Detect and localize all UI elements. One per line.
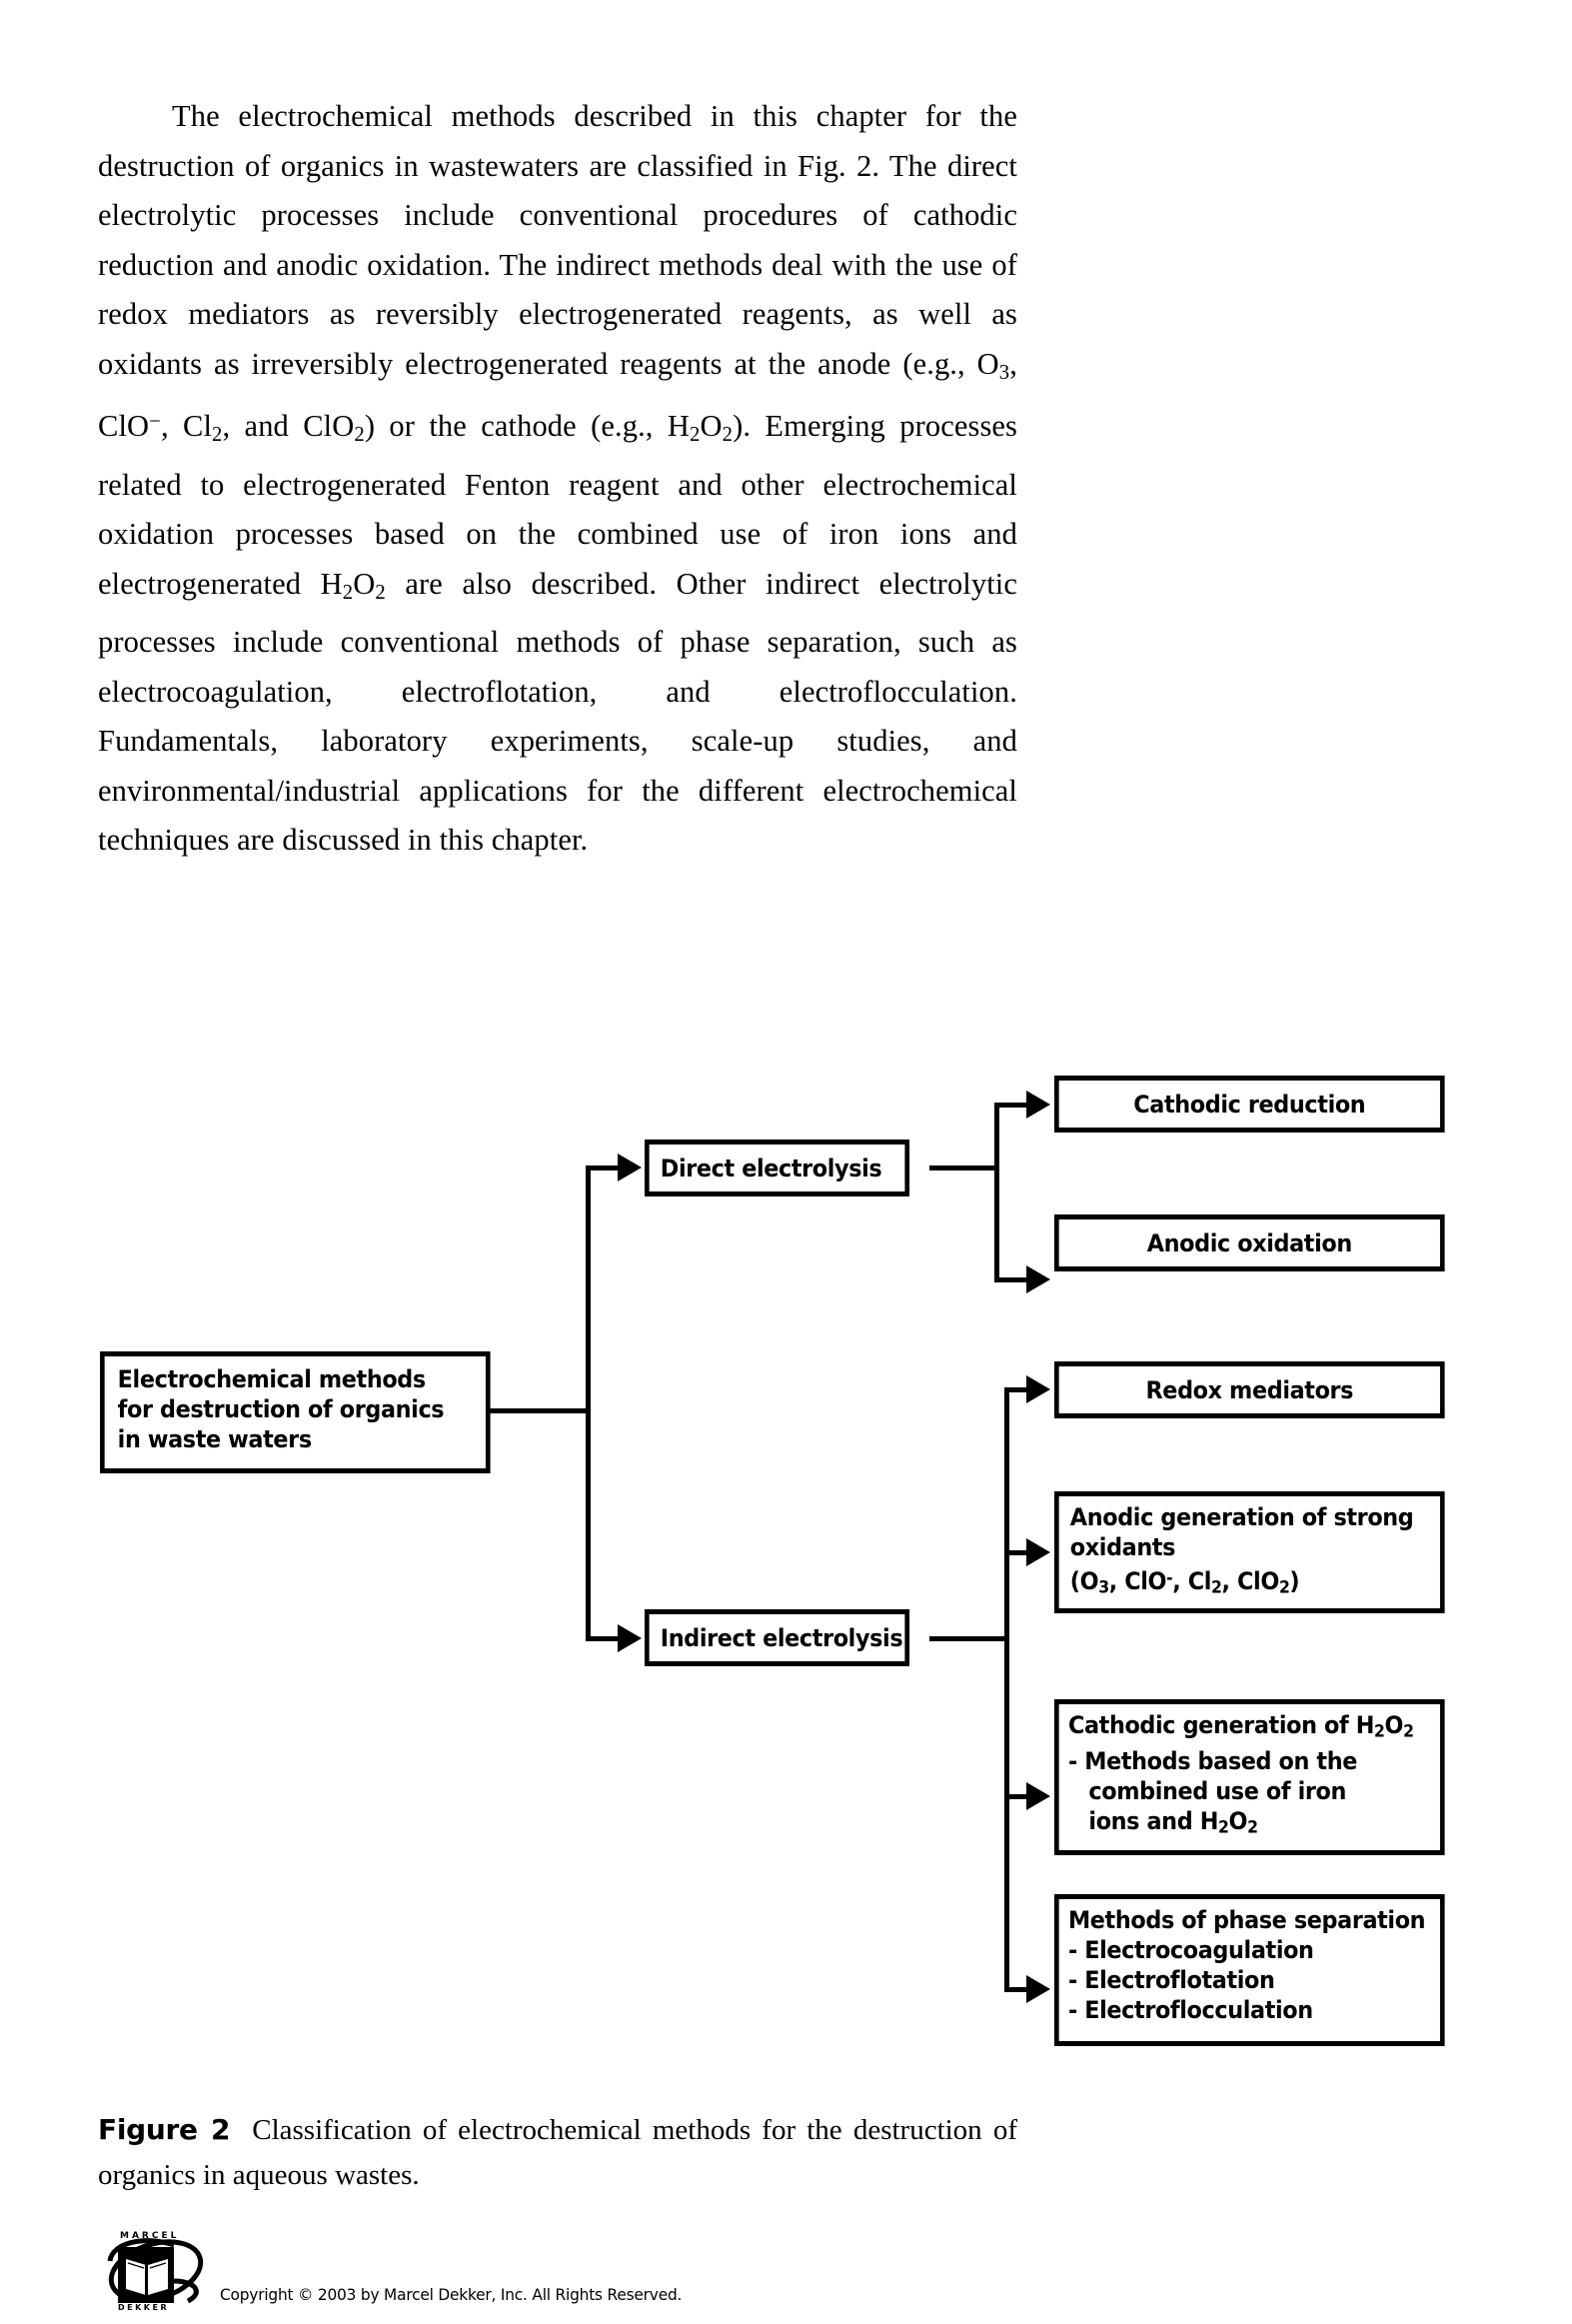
cl2-subscript-box: 2	[1211, 1576, 1222, 1597]
edge-direct-out	[929, 1165, 999, 1170]
caption-text-line-2: in aqueous wastes.	[202, 2159, 420, 2191]
node-phase-separation-title: Methods of phase separation	[1067, 1906, 1426, 1934]
node-direct-electrolysis: Direct electrolysis	[645, 1140, 910, 1196]
node-phase-separation-item-3: - Electroflocculation	[1067, 1996, 1313, 2024]
node-cathodic-generation-line-2: - Methods based on the	[1067, 1746, 1357, 1775]
edge-direct-to-anodic	[994, 1277, 1030, 1282]
copyright-notice: Copyright © 2003 by Marcel Dekker, Inc. …	[220, 2285, 683, 2304]
arrowhead-direct-electrolysis	[618, 1154, 642, 1181]
node-anodic-oxidation: Anodic oxidation	[1054, 1214, 1445, 1271]
node-indirect-electrolysis-label: Indirect electrolysis	[660, 1624, 903, 1652]
node-root-line-3: in waste waters	[117, 1425, 312, 1453]
o3-subscript-box: 3	[1098, 1576, 1109, 1597]
node-anodic-generation-line-1: Anodic generation of strong	[1069, 1503, 1414, 1531]
edge-indirect-spine	[1004, 1387, 1009, 1990]
node-cathodic-reduction: Cathodic reduction	[1054, 1076, 1445, 1133]
edge-indirect-out	[929, 1636, 1009, 1641]
marcel-dekker-logo: MARCEL DEKKER ™	[104, 2231, 204, 2312]
figure-2-flowchart: Electrochemical methods for destruction …	[0, 0, 1572, 2324]
figure-caption: Figure 2 Classification of electrochemica…	[98, 2107, 1017, 2198]
arrowhead-cathodic-generation	[1026, 1782, 1050, 1810]
logo-wordmark-bottom: DEKKER	[118, 2303, 170, 2312]
clo2-subscript-box: 2	[1278, 1576, 1290, 1597]
node-root-line-1: Electrochemical methods	[117, 1365, 427, 1393]
arrowhead-indirect-electrolysis	[618, 1624, 642, 1652]
edge-trunk-to-direct	[586, 1165, 622, 1170]
arrowhead-phase-separation	[1026, 1975, 1050, 2003]
h2-subscript-box-a: 2	[1374, 1720, 1385, 1741]
arrowhead-anodic-generation	[1026, 1538, 1050, 1566]
edge-direct-to-cathodic	[994, 1103, 1030, 1108]
edge-root-stub	[490, 1408, 590, 1413]
node-cathodic-generation-line-4: ions and H2O2	[1088, 1806, 1258, 1837]
document-page: The electrochemical methods described in…	[0, 0, 1572, 2324]
trademark-symbol: ™	[192, 2289, 200, 2298]
publisher-logo-icon	[107, 2238, 204, 2304]
edge-trunk-vertical	[586, 1165, 591, 1641]
node-redox-mediators: Redox mediators	[1054, 1361, 1445, 1418]
node-anodic-oxidation-label: Anodic oxidation	[1146, 1229, 1353, 1257]
figure-number-label: Figure 2	[98, 2113, 231, 2146]
logo-wordmark-top: MARCEL	[120, 2231, 180, 2241]
node-indirect-electrolysis: Indirect electrolysis	[645, 1609, 910, 1666]
node-anodic-generation-line-2: oxidants	[1069, 1533, 1176, 1561]
node-anodic-generation: Anodic generation of strong oxidants (O3…	[1054, 1491, 1445, 1613]
edge-trunk-to-indirect	[586, 1636, 622, 1641]
node-phase-separation-item-1: - Electrocoagulation	[1067, 1936, 1314, 1964]
arrowhead-anodic-oxidation	[1026, 1265, 1050, 1293]
node-root-line-2: for destruction of organics	[117, 1395, 445, 1423]
node-redox-mediators-label: Redox mediators	[1145, 1376, 1354, 1404]
node-direct-electrolysis-label: Direct electrolysis	[660, 1155, 882, 1182]
h2-subscript-box-b: 2	[1218, 1816, 1229, 1837]
arrowhead-cathodic-reduction	[1026, 1091, 1050, 1119]
edge-direct-spine	[994, 1103, 999, 1282]
o2-subscript-box-a: 2	[1403, 1720, 1414, 1741]
arrowhead-redox-mediators	[1026, 1375, 1050, 1403]
node-cathodic-generation: Cathodic generation of H2O2 - Methods ba…	[1054, 1699, 1445, 1855]
node-anodic-generation-formula: (O3, ClO-, Cl2, ClO2)	[1069, 1566, 1300, 1597]
node-phase-separation: Methods of phase separation - Electrocoa…	[1054, 1894, 1445, 2046]
node-cathodic-generation-line-3: combined use of iron	[1088, 1776, 1346, 1805]
node-root: Electrochemical methods for destruction …	[100, 1351, 491, 1473]
node-cathodic-reduction-label: Cathodic reduction	[1133, 1091, 1366, 1119]
node-cathodic-generation-title: Cathodic generation of H2O2	[1067, 1711, 1414, 1741]
o2-subscript-box-b: 2	[1247, 1816, 1258, 1837]
node-phase-separation-item-2: - Electroflotation	[1067, 1966, 1275, 1994]
